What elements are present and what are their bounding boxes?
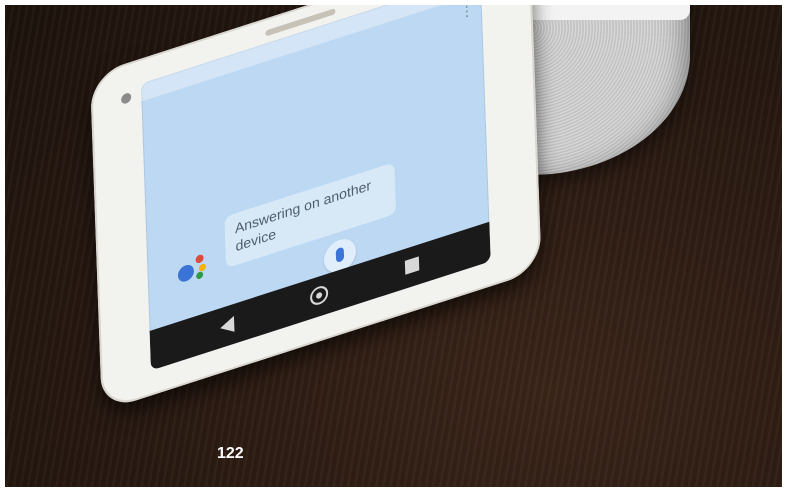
mic-icon: [335, 246, 345, 263]
caption-number: 122: [217, 445, 244, 462]
assistant-dot-green: [196, 270, 204, 280]
home-icon[interactable]: [309, 283, 329, 308]
back-icon[interactable]: [219, 315, 235, 337]
google-assistant-icon: [177, 248, 220, 287]
phone-screen: ⋮ Answering on another device: [140, 5, 491, 371]
front-camera: [121, 91, 132, 105]
more-options-icon[interactable]: ⋮: [459, 5, 474, 22]
recent-apps-icon[interactable]: [404, 256, 420, 275]
assistant-dot-red: [195, 253, 204, 265]
assistant-message-bubble: Answering on another device: [224, 162, 397, 269]
assistant-dot-blue: [177, 262, 195, 284]
photo-frame: ⋮ Answering on another device 122: [5, 5, 782, 487]
